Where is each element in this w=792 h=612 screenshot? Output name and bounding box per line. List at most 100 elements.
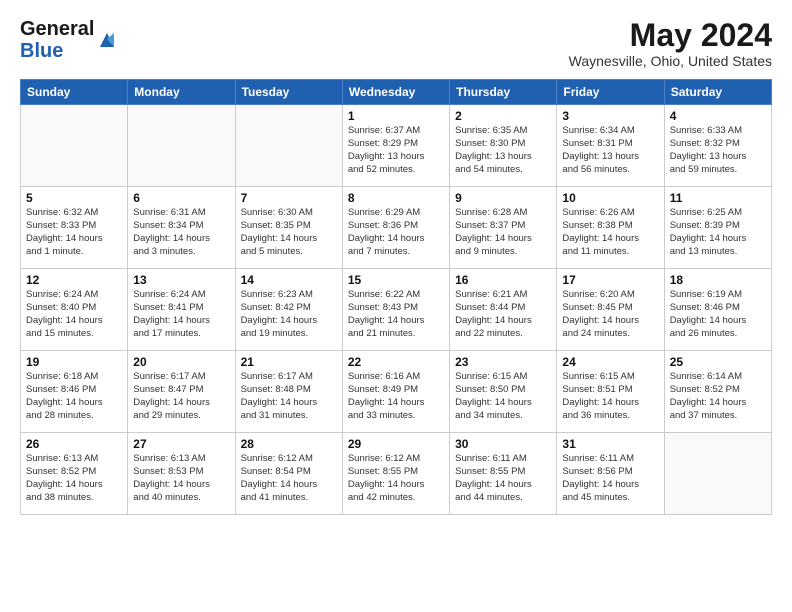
calendar-cell: 16 Sunrise: 6:21 AMSunset: 8:44 PMDayligh… (450, 269, 557, 351)
day-info: Sunrise: 6:19 AMSunset: 8:46 PMDaylight:… (670, 289, 766, 340)
day-number: 24 (562, 355, 658, 369)
calendar-week-row: 5 Sunrise: 6:32 AMSunset: 8:33 PMDaylight… (21, 187, 772, 269)
calendar-cell: 5 Sunrise: 6:32 AMSunset: 8:33 PMDaylight… (21, 187, 128, 269)
calendar-cell: 28 Sunrise: 6:12 AMSunset: 8:54 PMDayligh… (235, 433, 342, 515)
calendar-cell: 22 Sunrise: 6:16 AMSunset: 8:49 PMDayligh… (342, 351, 449, 433)
day-number: 29 (348, 437, 444, 451)
day-info: Sunrise: 6:22 AMSunset: 8:43 PMDaylight:… (348, 289, 444, 340)
day-number: 6 (133, 191, 229, 205)
calendar-cell (21, 105, 128, 187)
day-number: 15 (348, 273, 444, 287)
day-number: 14 (241, 273, 337, 287)
day-info: Sunrise: 6:29 AMSunset: 8:36 PMDaylight:… (348, 207, 444, 258)
calendar-cell: 25 Sunrise: 6:14 AMSunset: 8:52 PMDayligh… (664, 351, 771, 433)
day-number: 23 (455, 355, 551, 369)
page: General Blue May 2024 Waynesville, Ohio,… (0, 0, 792, 527)
calendar-cell: 23 Sunrise: 6:15 AMSunset: 8:50 PMDayligh… (450, 351, 557, 433)
calendar-cell: 20 Sunrise: 6:17 AMSunset: 8:47 PMDayligh… (128, 351, 235, 433)
logo-general-text: General (20, 18, 94, 40)
calendar-table: SundayMondayTuesdayWednesdayThursdayFrid… (20, 79, 772, 515)
day-info: Sunrise: 6:30 AMSunset: 8:35 PMDaylight:… (241, 207, 337, 258)
day-info: Sunrise: 6:20 AMSunset: 8:45 PMDaylight:… (562, 289, 658, 340)
day-number: 13 (133, 273, 229, 287)
day-info: Sunrise: 6:17 AMSunset: 8:48 PMDaylight:… (241, 371, 337, 422)
calendar-cell: 4 Sunrise: 6:33 AMSunset: 8:32 PMDaylight… (664, 105, 771, 187)
day-info: Sunrise: 6:18 AMSunset: 8:46 PMDaylight:… (26, 371, 122, 422)
day-number: 17 (562, 273, 658, 287)
calendar-cell (128, 105, 235, 187)
calendar-cell: 26 Sunrise: 6:13 AMSunset: 8:52 PMDayligh… (21, 433, 128, 515)
day-info: Sunrise: 6:11 AMSunset: 8:56 PMDaylight:… (562, 453, 658, 504)
day-number: 12 (26, 273, 122, 287)
day-of-week-header: Friday (557, 80, 664, 105)
day-info: Sunrise: 6:13 AMSunset: 8:52 PMDaylight:… (26, 453, 122, 504)
day-number: 22 (348, 355, 444, 369)
logo-icon (96, 29, 118, 51)
day-number: 21 (241, 355, 337, 369)
day-number: 3 (562, 109, 658, 123)
calendar-cell: 21 Sunrise: 6:17 AMSunset: 8:48 PMDayligh… (235, 351, 342, 433)
logo-blue-text: Blue (20, 40, 63, 62)
calendar-cell: 12 Sunrise: 6:24 AMSunset: 8:40 PMDayligh… (21, 269, 128, 351)
calendar-cell: 17 Sunrise: 6:20 AMSunset: 8:45 PMDayligh… (557, 269, 664, 351)
day-number: 4 (670, 109, 766, 123)
calendar-cell: 30Sunrise: 6:11 AMSunset: 8:55 PMDayligh… (450, 433, 557, 515)
calendar-cell: 2Sunrise: 6:35 AMSunset: 8:30 PMDaylight… (450, 105, 557, 187)
day-number: 26 (26, 437, 122, 451)
title-block: May 2024 Waynesville, Ohio, United State… (569, 18, 772, 69)
day-of-week-header: Saturday (664, 80, 771, 105)
calendar-week-row: 12 Sunrise: 6:24 AMSunset: 8:40 PMDayligh… (21, 269, 772, 351)
day-info: Sunrise: 6:12 AMSunset: 8:54 PMDaylight:… (241, 453, 337, 504)
day-info: Sunrise: 6:23 AMSunset: 8:42 PMDaylight:… (241, 289, 337, 340)
calendar-cell: 7Sunrise: 6:30 AMSunset: 8:35 PMDaylight… (235, 187, 342, 269)
calendar-header-row: SundayMondayTuesdayWednesdayThursdayFrid… (21, 80, 772, 105)
day-info: Sunrise: 6:34 AMSunset: 8:31 PMDaylight:… (562, 125, 658, 176)
day-number: 19 (26, 355, 122, 369)
day-number: 18 (670, 273, 766, 287)
day-info: Sunrise: 6:26 AMSunset: 8:38 PMDaylight:… (562, 207, 658, 258)
calendar-cell: 24 Sunrise: 6:15 AMSunset: 8:51 PMDayligh… (557, 351, 664, 433)
calendar-cell: 19 Sunrise: 6:18 AMSunset: 8:46 PMDayligh… (21, 351, 128, 433)
day-of-week-header: Wednesday (342, 80, 449, 105)
calendar-cell: 9Sunrise: 6:28 AMSunset: 8:37 PMDaylight… (450, 187, 557, 269)
day-number: 20 (133, 355, 229, 369)
day-number: 5 (26, 191, 122, 205)
month-title: May 2024 (569, 18, 772, 53)
calendar-cell: 1Sunrise: 6:37 AMSunset: 8:29 PMDaylight… (342, 105, 449, 187)
calendar-cell: 29Sunrise: 6:12 AMSunset: 8:55 PMDayligh… (342, 433, 449, 515)
day-info: Sunrise: 6:16 AMSunset: 8:49 PMDaylight:… (348, 371, 444, 422)
calendar-cell: 14 Sunrise: 6:23 AMSunset: 8:42 PMDayligh… (235, 269, 342, 351)
calendar-cell: 31 Sunrise: 6:11 AMSunset: 8:56 PMDayligh… (557, 433, 664, 515)
day-info: Sunrise: 6:15 AMSunset: 8:50 PMDaylight:… (455, 371, 551, 422)
day-info: Sunrise: 6:21 AMSunset: 8:44 PMDaylight:… (455, 289, 551, 340)
calendar-week-row: 19 Sunrise: 6:18 AMSunset: 8:46 PMDayligh… (21, 351, 772, 433)
day-info: Sunrise: 6:15 AMSunset: 8:51 PMDaylight:… (562, 371, 658, 422)
calendar-cell: 18 Sunrise: 6:19 AMSunset: 8:46 PMDayligh… (664, 269, 771, 351)
calendar-cell: 3 Sunrise: 6:34 AMSunset: 8:31 PMDaylight… (557, 105, 664, 187)
calendar-week-row: 26 Sunrise: 6:13 AMSunset: 8:52 PMDayligh… (21, 433, 772, 515)
calendar-cell (235, 105, 342, 187)
calendar-cell: 11 Sunrise: 6:25 AMSunset: 8:39 PMDayligh… (664, 187, 771, 269)
day-info: Sunrise: 6:32 AMSunset: 8:33 PMDaylight:… (26, 207, 122, 258)
day-info: Sunrise: 6:17 AMSunset: 8:47 PMDaylight:… (133, 371, 229, 422)
day-number: 2 (455, 109, 551, 123)
day-info: Sunrise: 6:24 AMSunset: 8:41 PMDaylight:… (133, 289, 229, 340)
day-number: 28 (241, 437, 337, 451)
day-info: Sunrise: 6:11 AMSunset: 8:55 PMDaylight:… (455, 453, 551, 504)
calendar-week-row: 1Sunrise: 6:37 AMSunset: 8:29 PMDaylight… (21, 105, 772, 187)
day-number: 16 (455, 273, 551, 287)
location: Waynesville, Ohio, United States (569, 53, 772, 69)
day-number: 10 (562, 191, 658, 205)
day-number: 31 (562, 437, 658, 451)
calendar-cell: 27Sunrise: 6:13 AMSunset: 8:53 PMDayligh… (128, 433, 235, 515)
day-info: Sunrise: 6:25 AMSunset: 8:39 PMDaylight:… (670, 207, 766, 258)
day-info: Sunrise: 6:24 AMSunset: 8:40 PMDaylight:… (26, 289, 122, 340)
calendar-cell: 10 Sunrise: 6:26 AMSunset: 8:38 PMDayligh… (557, 187, 664, 269)
day-number: 25 (670, 355, 766, 369)
day-info: Sunrise: 6:13 AMSunset: 8:53 PMDaylight:… (133, 453, 229, 504)
day-of-week-header: Tuesday (235, 80, 342, 105)
day-number: 11 (670, 191, 766, 205)
day-info: Sunrise: 6:14 AMSunset: 8:52 PMDaylight:… (670, 371, 766, 422)
day-info: Sunrise: 6:33 AMSunset: 8:32 PMDaylight:… (670, 125, 766, 176)
calendar-cell: 13 Sunrise: 6:24 AMSunset: 8:41 PMDayligh… (128, 269, 235, 351)
